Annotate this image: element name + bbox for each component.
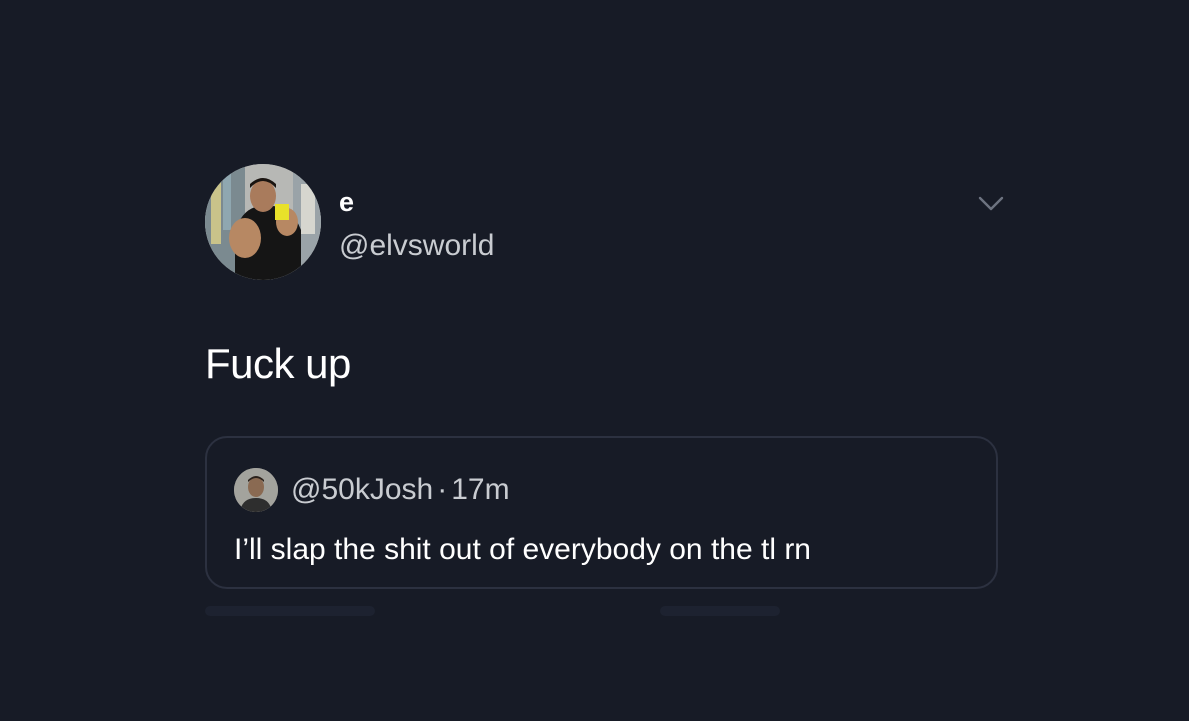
quoted-author-handle[interactable]: @50kJosh [291,473,433,506]
quoted-tweet-meta: @50kJosh · 17m [291,472,510,508]
chevron-down-icon [978,196,1004,211]
quoted-author-avatar[interactable] [234,468,278,512]
tweet-header: e @elvsworld [205,164,1005,282]
author-display-name[interactable]: e [339,186,354,218]
tweet-text: Fuck up [205,340,351,387]
author-avatar[interactable] [205,164,321,280]
quoted-tweet-time[interactable]: 17m [451,473,509,506]
quoted-tweet-card[interactable]: @50kJosh · 17m I’ll slap the shit out of e… [205,436,998,589]
meta-separator: · [437,473,448,506]
quoted-tweet-text: I’ll slap the shit out of everybody on t… [234,533,811,566]
tweet-screenshot: e @elvsworld Fuck up @50kJosh · 17m I’ll s… [0,0,1189,721]
tweet-options-button[interactable] [974,190,1008,216]
author-handle[interactable]: @elvsworld [339,228,495,264]
avatar-photo-icon [234,468,278,512]
avatar-photo-icon [205,164,321,280]
faded-action-bar [660,606,780,616]
faded-action-bar [205,606,375,616]
